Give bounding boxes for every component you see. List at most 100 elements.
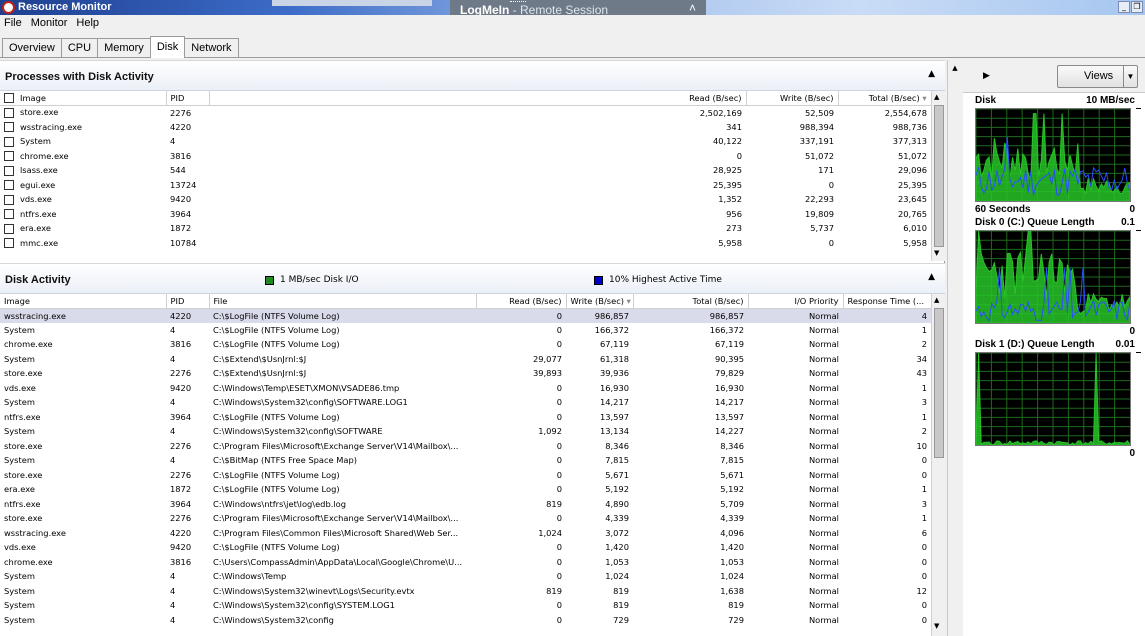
process-write: 19,809 [804,208,834,219]
drag-grip-icon[interactable] [510,1,526,4]
disk-activity-row[interactable]: System 4 C:\Windows\System32\config 0 729 729… [0,613,931,628]
disk-activity-row[interactable]: store.exe 2276 C:\Program Files\Microsoft\… [0,511,931,526]
column-header-write[interactable]: Write (B/sec) [746,91,839,106]
disk-activity-section-header[interactable]: Disk Activity 1 MB/sec Disk I/O 10% High… [0,263,945,294]
disk-activity-row[interactable]: System 4 C:\$LogFile (NTFS Volume Log) 0 166… [0,323,931,338]
disk-read: 819 [546,498,562,509]
process-checkbox[interactable] [4,107,14,118]
scrollbar-thumb[interactable] [934,308,944,458]
process-row[interactable]: wsstracing.exe 4220 341 988,394 988,736 [0,120,931,135]
process-checkbox[interactable] [4,209,14,219]
restore-button[interactable]: ❐ [1131,1,1143,13]
process-checkbox[interactable] [4,194,14,205]
process-row[interactable]: System 4 40,122 337,191 377,313 [0,134,931,149]
tab-network[interactable]: Network [184,38,239,57]
scroll-down-arrow-icon[interactable]: ▼ [934,249,939,257]
process-row[interactable]: chrome.exe 3816 0 51,072 51,072 [0,149,931,164]
disk-activity-row[interactable]: store.exe 2276 C:\Program Files\Microsoft\… [0,439,931,454]
collapse-arrow-icon[interactable]: ▲ [928,272,935,282]
process-checkbox[interactable] [4,238,14,248]
disk-activity-row[interactable]: System 4 C:\$BitMap (NTFS Free Space Map) 0… [0,453,931,468]
process-checkbox[interactable] [4,223,14,234]
disk-activity-row[interactable]: System 4 C:\Windows\System32\config\SYSTEM… [0,598,931,613]
process-row[interactable]: ntfrs.exe 3964 956 19,809 20,765 [0,207,931,222]
column-header-file[interactable]: File [209,294,477,309]
column-header-pid[interactable]: PID [166,294,210,309]
scroll-up-arrow-icon[interactable]: ▲ [950,64,960,74]
disk-activity-row[interactable]: ntfrs.exe 3964 C:\Windows\ntfrs\jet\log\ed… [0,497,931,512]
main-scrollbar[interactable]: ▲ [947,60,961,636]
process-checkbox[interactable] [4,136,14,147]
column-header-response-time[interactable]: Response Time (... [843,294,932,309]
disk-read: 0 [556,411,562,422]
scrollbar-thumb[interactable] [934,105,944,247]
menu-file[interactable]: File [0,15,27,33]
column-header-read[interactable]: Read (B/sec) [209,91,747,106]
details-pane: Processes with Disk Activity ▲ Image PID… [0,60,945,636]
scroll-up-arrow-icon[interactable]: ▲ [934,296,939,304]
column-header-read[interactable]: Read (B/sec) [476,294,567,309]
minimize-button[interactable]: _ [1118,1,1130,13]
disk-activity-row[interactable]: era.exe 1872 C:\$LogFile (NTFS Volume Log)… [0,482,931,497]
disk-activity-row[interactable]: chrome.exe 3816 C:\$LogFile (NTFS Volume L… [0,337,931,352]
disk-activity-row[interactable]: System 4 C:\Windows\System32\config\SOFTWA… [0,424,931,439]
disk-activity-row[interactable]: wsstracing.exe 4220 C:\Program Files\Commo… [0,526,931,541]
disk-write: 61,318 [599,353,629,364]
column-header-write[interactable]: Write (B/sec) ▾ [566,294,634,309]
disk-activity-row[interactable]: System 4 C:\Windows\System32\winevt\Logs\S… [0,584,931,599]
collapse-chevron-icon[interactable]: ˄ [689,1,696,15]
process-checkbox[interactable] [4,165,14,176]
column-header-image[interactable]: Image [0,91,167,106]
menu-help[interactable]: Help [72,15,104,33]
process-row[interactable]: era.exe 1872 273 5,737 6,010 [0,221,931,236]
disk-io-priority: Normal [808,484,839,495]
disk-activity-row[interactable]: System 4 C:\Windows\System32\config\SOFTWA… [0,395,931,410]
process-checkbox[interactable] [4,180,14,190]
disk-activity-row[interactable]: vds.exe 9420 C:\$LogFile (NTFS Volume Log)… [0,540,931,555]
processes-scrollbar[interactable]: ▲ ▼ [931,91,945,261]
chevron-down-icon[interactable]: ▼ [1123,66,1137,87]
processes-section-header[interactable]: Processes with Disk Activity ▲ [0,60,945,91]
disk-activity-row[interactable]: store.exe 2276 C:\$LogFile (NTFS Volume Lo… [0,468,931,483]
disk-activity-row[interactable]: wsstracing.exe 4220 C:\$LogFile (NTFS Volu… [0,308,931,323]
select-all-checkbox[interactable] [4,93,14,103]
disk-write: 16,930 [599,382,629,393]
process-checkbox[interactable] [4,122,14,132]
column-header-total[interactable]: Total (B/sec) [633,294,749,309]
tab-cpu[interactable]: CPU [60,38,99,57]
disk-activity-row[interactable]: vds.exe 9420 C:\Windows\Temp\ESET\XMON\VSA… [0,381,931,396]
process-row[interactable]: vds.exe 9420 1,352 22,293 23,645 [0,192,931,207]
tab-disk[interactable]: Disk [149,36,186,58]
process-row[interactable]: mmc.exe 10784 5,958 0 5,958 [0,236,931,251]
process-row[interactable]: store.exe 2276 2,502,169 52,509 2,554,678 [0,105,931,120]
disk-activity-row[interactable]: ntfrs.exe 3964 C:\$LogFile (NTFS Volume Lo… [0,410,931,425]
disk1-queue-graph-min: 0 [1129,448,1135,459]
disk-activity-row[interactable]: store.exe 2276 C:\$Extend\$UsnJrnl:$J 39,89… [0,366,931,381]
column-header-io-priority[interactable]: I/O Priority [748,294,844,309]
tab-memory[interactable]: Memory [97,38,151,57]
scroll-down-arrow-icon[interactable]: ▼ [934,622,939,630]
tab-overview[interactable]: Overview [2,38,62,57]
views-button[interactable]: Views ▼ [1057,65,1138,88]
process-write: 988,394 [799,121,834,132]
column-header-image[interactable]: Image [0,294,167,309]
collapse-arrow-icon[interactable]: ▲ [928,69,935,79]
disk-write: 1,420 [605,542,629,553]
disk0-queue-graph [975,230,1131,324]
disk-io-priority: Normal [808,585,839,596]
disk-activity-row[interactable]: chrome.exe 3816 C:\Users\CompassAdmin\AppD… [0,555,931,570]
column-header-total[interactable]: Total (B/sec) ▾ [838,91,932,106]
process-checkbox[interactable] [4,151,14,161]
disk-activity-scrollbar[interactable]: ▲ ▼ [931,294,945,636]
column-header-pid[interactable]: PID [166,91,210,106]
disk-pid: 3816 [170,556,192,567]
process-row[interactable]: lsass.exe 544 28,925 171 29,096 [0,163,931,178]
process-row[interactable]: egui.exe 13724 25,395 0 25,395 [0,178,931,193]
disk-activity-row[interactable]: System 4 C:\$Extend\$UsnJrnl:$J 29,077 61,31… [0,352,931,367]
disk-write: 1,024 [605,571,629,582]
expand-arrow-icon[interactable]: ▶ [983,71,990,81]
scroll-up-arrow-icon[interactable]: ▲ [934,93,939,101]
disk0-queue-graph-block: Disk 0 (C:) Queue Length 0.1 0 [975,217,1141,337]
disk-activity-row[interactable]: System 4 C:\Windows\Temp 0 1,024 1,024 Normal 0 [0,569,931,584]
menu-monitor[interactable]: Monitor [27,15,73,33]
